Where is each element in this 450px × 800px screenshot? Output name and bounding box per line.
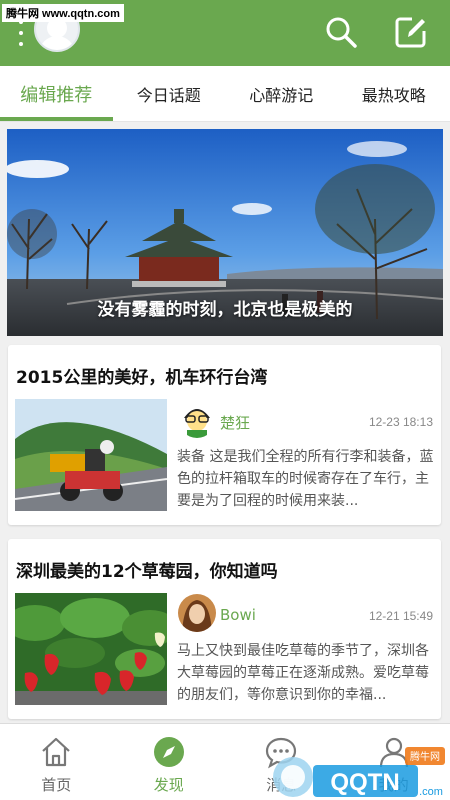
post-time: 12-21 15:49 [368, 609, 433, 623]
post-thumbnail[interactable] [15, 593, 167, 705]
svg-text:QQTN: QQTN [330, 769, 399, 796]
nav-home-label: 首页 [41, 776, 72, 794]
strawberry-image [15, 593, 167, 705]
cartoon-avatar-icon [178, 400, 216, 438]
scooter-road-image [15, 399, 167, 511]
svg-text:腾牛网: 腾牛网 [410, 750, 440, 763]
search-icon[interactable] [324, 15, 358, 49]
author-avatar[interactable] [178, 594, 216, 632]
post-card[interactable]: 深圳最美的12个草莓园，你知道吗 Bowi 12-21 15:49 马上又快到最… [8, 539, 441, 719]
featured-banner[interactable]: 没有雾霾的时刻，北京也是极美的 [7, 129, 443, 336]
edit-icon[interactable] [394, 15, 428, 49]
author-name[interactable]: Bowi [220, 606, 256, 624]
post-card[interactable]: 2015公里的美好，机车环行台湾 楚狂 12-23 18:13 装备 这是我们全… [8, 345, 441, 525]
tab-editor-picks[interactable]: 编辑推荐 [0, 66, 113, 121]
nav-home[interactable]: 首页 [0, 724, 113, 800]
svg-text:.com: .com [419, 786, 443, 798]
post-title[interactable]: 深圳最美的12个草莓园，你知道吗 [16, 557, 278, 582]
post-excerpt: 马上又快到最佳吃草莓的季节了，深圳各大草莓园的草莓正在逐渐成熟。爱吃草莓的朋友们… [177, 643, 429, 703]
author-name[interactable]: 楚狂 [220, 412, 250, 433]
category-tabs: 编辑推荐 今日话题 心醉游记 最热攻略 [0, 66, 450, 122]
post-time: 12-23 18:13 [368, 415, 433, 429]
qqtn-logo-watermark: QQTN 腾牛网 .com [273, 747, 445, 798]
post-excerpt: 装备 这是我们全程的所有行李和装备，蓝色的拉杆箱取车的时候寄存在了车行，主要是为… [177, 449, 434, 509]
tab-today-topics[interactable]: 今日话题 [113, 66, 226, 121]
home-icon [42, 737, 70, 767]
tab-hot-guides[interactable]: 最热攻略 [338, 66, 450, 121]
post-title[interactable]: 2015公里的美好，机车环行台湾 [16, 363, 267, 388]
nav-discover[interactable]: 发现 [113, 724, 226, 800]
nav-discover-label: 发现 [153, 776, 184, 794]
watermark-label: 腾牛网 www.qqtn.com [2, 4, 124, 22]
menu-icon[interactable] [18, 20, 24, 46]
photo-avatar-icon [178, 594, 216, 632]
tab-travel-notes[interactable]: 心醉游记 [225, 66, 338, 121]
banner-caption: 没有雾霾的时刻，北京也是极美的 [97, 300, 353, 320]
compass-icon [153, 737, 184, 767]
author-avatar[interactable] [178, 400, 216, 438]
post-thumbnail[interactable] [15, 399, 167, 511]
